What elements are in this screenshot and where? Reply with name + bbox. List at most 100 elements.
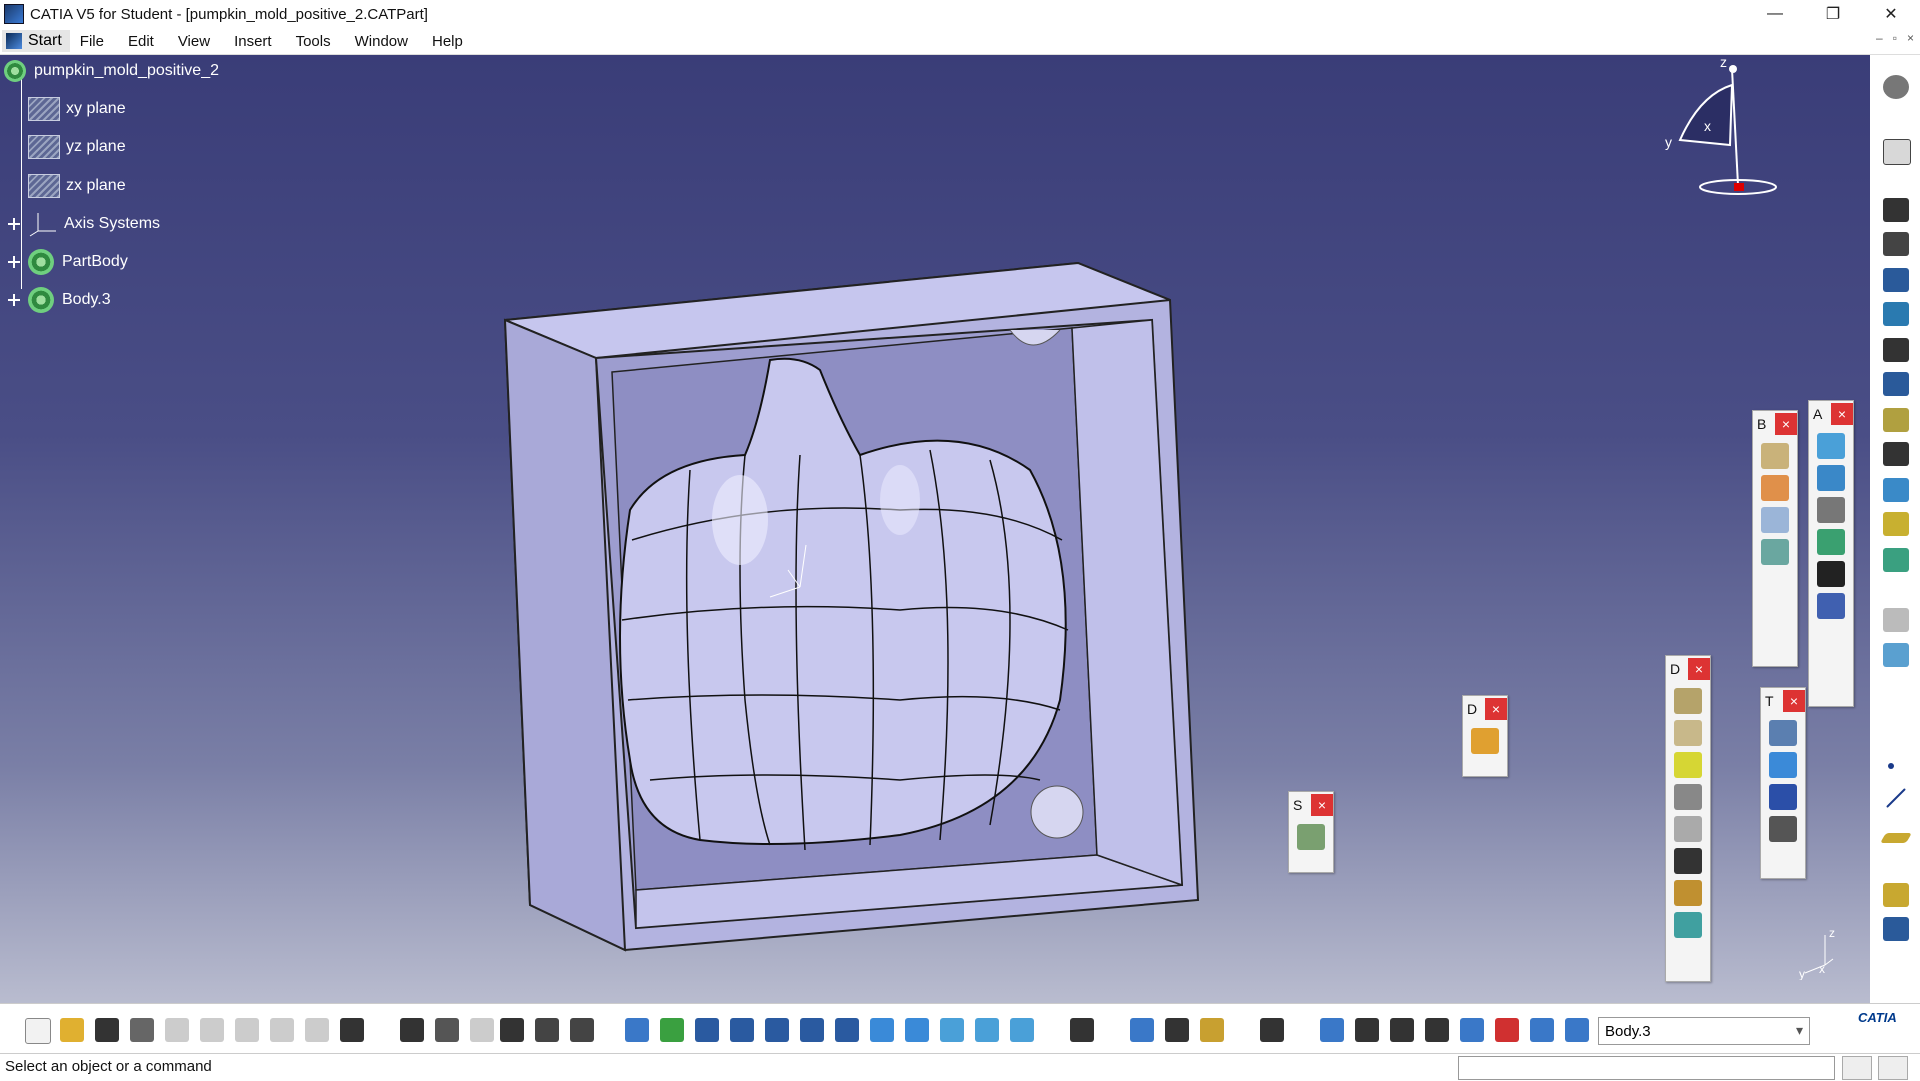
tree-item-body3[interactable]: Body.3: [8, 287, 111, 313]
status-button-2[interactable]: [1878, 1056, 1908, 1080]
tree-item-zx-plane[interactable]: zx plane: [28, 174, 126, 198]
restore-button[interactable]: ❐: [1804, 0, 1862, 28]
new-icon[interactable]: [25, 1018, 51, 1044]
save-icon[interactable]: [95, 1018, 119, 1042]
tree-item-yz-plane[interactable]: yz plane: [28, 135, 126, 159]
parent-child-icon[interactable]: [1070, 1018, 1094, 1042]
expand-icon[interactable]: [8, 256, 20, 268]
command-input[interactable]: [1458, 1056, 1835, 1080]
rib-tool-icon[interactable]: [1883, 338, 1909, 362]
plane-tool-icon[interactable]: [1880, 833, 1912, 843]
capture-icon[interactable]: [1260, 1018, 1284, 1042]
design-table-icon[interactable]: [500, 1018, 524, 1042]
boolean-tool-icon[interactable]: [1761, 443, 1789, 469]
apply-material-icon[interactable]: [1200, 1018, 1224, 1042]
palette-close-button[interactable]: ×: [1783, 690, 1805, 712]
menu-view[interactable]: View: [168, 33, 224, 50]
undo-icon[interactable]: [270, 1018, 294, 1042]
tree-item-partbody[interactable]: PartBody: [8, 249, 128, 275]
palette-close-button[interactable]: ×: [1485, 698, 1507, 720]
expand-icon[interactable]: [8, 294, 20, 306]
pad-tool-icon[interactable]: [1883, 198, 1909, 222]
formula-icon[interactable]: [400, 1018, 424, 1042]
split-tool-icon[interactable]: [1883, 512, 1909, 536]
doc-close-button[interactable]: ×: [1907, 31, 1914, 45]
menu-file[interactable]: File: [70, 33, 118, 50]
tree-item-axis-systems[interactable]: Axis Systems: [8, 212, 160, 237]
slot-icon[interactable]: [1674, 880, 1702, 906]
work-object-icon[interactable]: [1460, 1018, 1484, 1042]
swap-space-icon[interactable]: [1010, 1018, 1034, 1042]
iso-view-icon[interactable]: [905, 1018, 929, 1042]
multi-view-icon[interactable]: [870, 1018, 894, 1042]
rotate-icon[interactable]: [730, 1018, 754, 1042]
draft-icon[interactable]: [1817, 497, 1845, 523]
settings-gear-icon[interactable]: [1883, 75, 1909, 99]
compass[interactable]: z x y: [1660, 55, 1780, 205]
hand-icon[interactable]: [1355, 1018, 1379, 1042]
stiffener-icon[interactable]: [1674, 912, 1702, 938]
fit-all-icon[interactable]: [660, 1018, 684, 1042]
status-button-1[interactable]: [1842, 1056, 1872, 1080]
menu-help[interactable]: Help: [422, 33, 477, 50]
menu-edit[interactable]: Edit: [118, 33, 168, 50]
hide-show-icon[interactable]: [975, 1018, 999, 1042]
pattern-icon[interactable]: [1817, 593, 1845, 619]
rib-icon[interactable]: [1674, 848, 1702, 874]
annotation-icon[interactable]: [1883, 643, 1909, 667]
doc-restore-button[interactable]: ▫: [1893, 31, 1897, 45]
whats-this-icon[interactable]: [340, 1018, 364, 1042]
zoom-out-icon[interactable]: [800, 1018, 824, 1042]
palette-close-button[interactable]: ×: [1311, 794, 1333, 816]
layer-icon[interactable]: [1530, 1018, 1554, 1042]
pocket-icon[interactable]: [1674, 720, 1702, 746]
sketch-based-icon[interactable]: [1297, 824, 1325, 850]
add-body-icon[interactable]: [1761, 475, 1789, 501]
slot-tool-icon[interactable]: [1883, 372, 1909, 396]
fillet-icon[interactable]: [1817, 433, 1845, 459]
close-button[interactable]: ✕: [1862, 0, 1920, 28]
palette-close-button[interactable]: ×: [1775, 413, 1797, 435]
menu-insert[interactable]: Insert: [224, 33, 286, 50]
update-icon[interactable]: [1130, 1018, 1154, 1042]
3d-viewport[interactable]: pumpkin_mold_positive_2 xy plane yz plan…: [0, 55, 1870, 1003]
mold-model[interactable]: [0, 55, 1870, 1003]
publication-icon[interactable]: [1883, 883, 1909, 907]
tree-item-xy-plane[interactable]: xy plane: [28, 97, 126, 121]
doc-minimize-button[interactable]: –: [1876, 31, 1883, 45]
groove-icon[interactable]: [1674, 784, 1702, 810]
fly-mode-icon[interactable]: [625, 1018, 649, 1042]
update-all-icon[interactable]: [1320, 1018, 1344, 1042]
union-trim-icon[interactable]: [1761, 507, 1789, 533]
hole-tool-icon[interactable]: [1883, 302, 1909, 326]
translate-icon[interactable]: [1769, 720, 1797, 746]
line-icon[interactable]: [1886, 788, 1906, 808]
thick-surface-icon[interactable]: [1883, 548, 1909, 572]
scaling-icon[interactable]: [1769, 816, 1797, 842]
law-icon[interactable]: [535, 1018, 559, 1042]
open-icon[interactable]: [60, 1018, 84, 1042]
rule-icon[interactable]: [470, 1018, 494, 1042]
paste-icon[interactable]: [235, 1018, 259, 1042]
measure-icon[interactable]: [1883, 608, 1909, 632]
minimize-button[interactable]: —: [1746, 0, 1804, 28]
thickness-icon[interactable]: [1817, 561, 1845, 587]
point-icon[interactable]: [1888, 763, 1894, 769]
remove-loft-icon[interactable]: [1883, 478, 1909, 502]
sketcher-icon[interactable]: [1883, 139, 1911, 165]
chamfer-icon[interactable]: [1817, 465, 1845, 491]
cut-icon[interactable]: [165, 1018, 189, 1042]
dress-up-icon[interactable]: [1471, 728, 1499, 754]
shaft-tool-icon[interactable]: [1883, 268, 1909, 292]
shaft-icon[interactable]: [1674, 752, 1702, 778]
mirror-icon[interactable]: [1769, 752, 1797, 778]
palette-close-button[interactable]: ×: [1831, 403, 1853, 425]
catalog-icon[interactable]: [570, 1018, 594, 1042]
redo-icon[interactable]: [305, 1018, 329, 1042]
knowledge-icon[interactable]: [435, 1018, 459, 1042]
menu-tools[interactable]: Tools: [286, 33, 345, 50]
palette-close-button[interactable]: ×: [1688, 658, 1710, 680]
start-menu[interactable]: Start: [2, 30, 70, 52]
pad-icon[interactable]: [1674, 688, 1702, 714]
pocket-tool-icon[interactable]: [1883, 232, 1909, 256]
